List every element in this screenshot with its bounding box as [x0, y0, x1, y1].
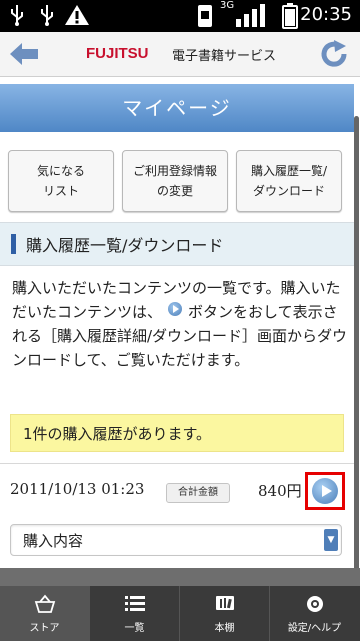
bottom-nav: ストア 一覧 本棚 設定/ヘルプ	[0, 586, 360, 641]
usb-icon	[10, 3, 24, 32]
nav-label: 本棚	[214, 623, 235, 634]
play-circle-icon	[312, 478, 338, 504]
order-detail-play-button[interactable]	[305, 472, 345, 510]
clock-time: 20:35	[300, 4, 352, 25]
purchase-history-button[interactable]: 購入履歴一覧/ ダウンロード	[236, 150, 342, 212]
list-icon	[90, 594, 179, 616]
total-label-badge: 合計金額	[166, 483, 230, 503]
nav-bookshelf[interactable]: 本棚	[180, 586, 270, 641]
battery-icon	[282, 3, 298, 34]
total-amount: 840円	[258, 482, 302, 500]
reload-button[interactable]	[320, 40, 350, 72]
order-row: 2011/10/13 01:23 合計金額 840円	[0, 464, 354, 518]
play-circle-icon	[168, 302, 183, 316]
registration-info-button[interactable]: ご利用登録情報 の変更	[122, 150, 228, 212]
page-title: マイページ	[0, 84, 354, 132]
status-bar: 3G 20:35	[0, 0, 360, 32]
warning-icon	[64, 3, 90, 32]
section-title: 購入履歴一覧/ダウンロード	[26, 236, 224, 255]
back-button[interactable]	[8, 40, 40, 72]
content-footer-band	[0, 568, 360, 586]
section-header: 購入履歴一覧/ダウンロード	[0, 222, 354, 266]
reload-icon	[321, 40, 347, 67]
service-title: 電子書籍サービス	[172, 49, 277, 64]
app-header: FUJITSU 電子書籍サービス	[0, 32, 360, 77]
brand-logo: FUJITSU	[86, 45, 149, 62]
arrow-left-icon	[10, 43, 38, 65]
nav-label: ストア	[29, 623, 60, 634]
purchase-details-select[interactable]: 購入内容 ▼	[10, 524, 342, 556]
signal-3g-icon	[222, 3, 272, 34]
basket-icon	[0, 594, 89, 616]
order-datetime: 2011/10/13 01:23	[10, 480, 145, 498]
settings-icon	[270, 594, 359, 616]
nav-label: 設定/ヘルプ	[287, 623, 342, 634]
favorites-list-button[interactable]: 気になる リスト	[8, 150, 114, 212]
nav-store[interactable]: ストア	[0, 586, 90, 641]
description-text: 購入いただいたコンテンツの一覧です。購入いただいたコンテンツは、 ボタンをおして表…	[12, 276, 348, 372]
chevron-down-icon: ▼	[324, 529, 338, 551]
bookshelf-icon	[180, 594, 269, 616]
section-marker	[11, 234, 16, 254]
nav-label: 一覧	[124, 623, 145, 634]
usb-icon	[40, 3, 54, 32]
nav-settings-help[interactable]: 設定/ヘルプ	[270, 586, 359, 641]
sim-icon	[196, 3, 214, 34]
scrollbar[interactable]	[354, 116, 359, 586]
nav-list[interactable]: 一覧	[90, 586, 180, 641]
purchase-count-notice: 1件の購入履歴があります。	[10, 414, 344, 452]
select-value: 購入内容	[23, 532, 84, 550]
